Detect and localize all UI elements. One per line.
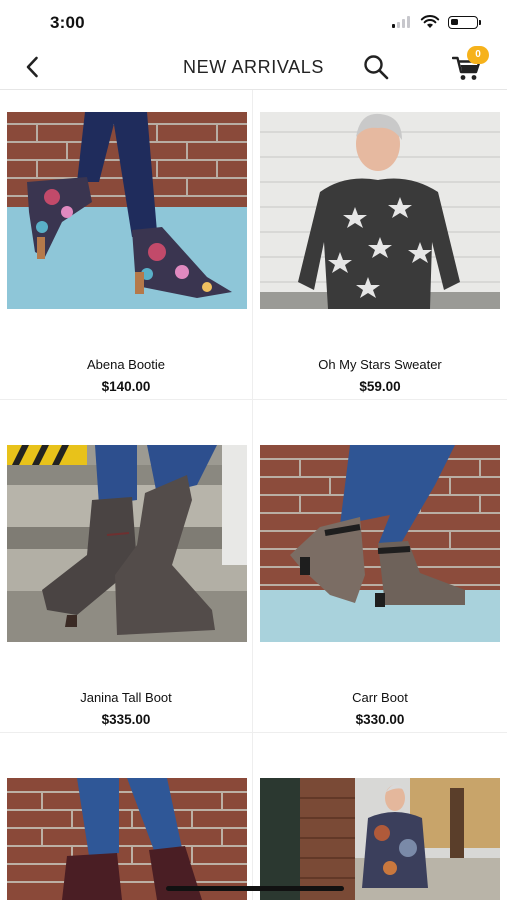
product-price: $140.00 (101, 379, 151, 394)
product-card[interactable]: Janina Tall Boot $335.00 (0, 400, 253, 733)
product-price: $330.00 (355, 712, 405, 727)
floral-ankle-booties-photo (7, 112, 247, 309)
product-price: $59.00 (359, 379, 401, 394)
status-time: 3:00 (50, 13, 85, 32)
product-card[interactable]: Carr Boot $330.00 (253, 400, 507, 733)
product-name: Carr Boot (352, 690, 408, 705)
home-indicator[interactable] (166, 886, 344, 891)
wifi-icon (420, 15, 440, 28)
nav-bar: NEW ARRIVALS (0, 44, 507, 90)
tall-leather-boots-photo (7, 445, 247, 642)
cart-count-badge: 0 (467, 46, 489, 64)
page-title: NEW ARRIVALS (0, 57, 507, 78)
buckle-ankle-boots-photo (260, 445, 500, 642)
product-card[interactable]: Oh My Stars Sweater $59.00 (253, 90, 507, 400)
page-title-text: NEW ARRIVALS (183, 57, 324, 77)
product-card[interactable] (253, 733, 507, 900)
star-sweater-photo (260, 112, 500, 309)
product-card[interactable] (0, 733, 253, 900)
product-name: Oh My Stars Sweater (318, 357, 442, 372)
product-card[interactable]: Abena Bootie $140.00 (0, 90, 253, 400)
search-icon[interactable] (362, 53, 390, 81)
product-name: Abena Bootie (86, 357, 166, 372)
tie-dye-top-photo (260, 778, 500, 900)
burgundy-boots-photo (7, 778, 247, 900)
product-price: $335.00 (101, 712, 151, 727)
cellular-signal-icon (392, 16, 412, 28)
product-name: Janina Tall Boot (80, 690, 172, 705)
battery-icon (448, 16, 481, 29)
status-bar: 3:00 (0, 0, 507, 44)
battery-level (451, 19, 458, 25)
